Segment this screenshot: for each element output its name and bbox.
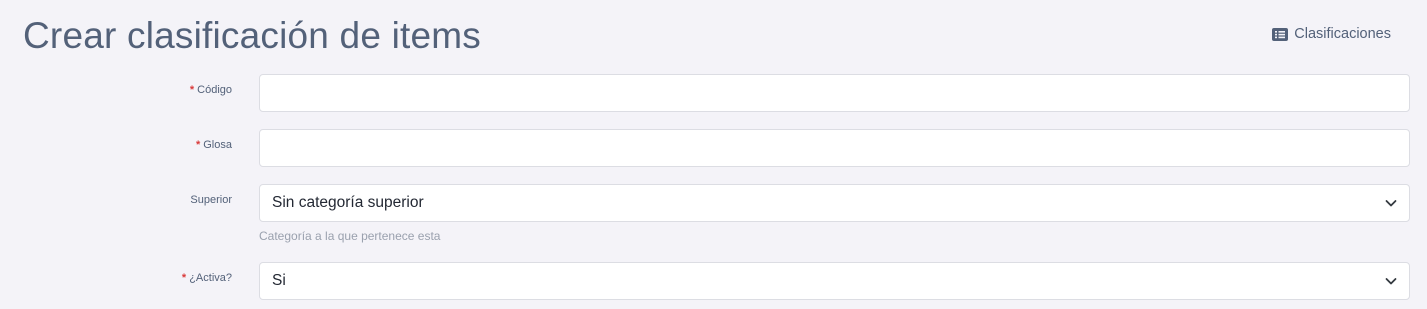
glosa-label-text: Glosa [203, 139, 232, 151]
activa-selected-value: Si [272, 272, 286, 289]
clasificaciones-link-label: Clasificaciones [1294, 26, 1391, 42]
required-mark: * [181, 272, 187, 284]
codigo-input[interactable] [259, 74, 1410, 112]
superior-select[interactable]: Sin categoría superior [259, 184, 1410, 222]
required-mark: * [195, 139, 201, 151]
superior-label: Superior [190, 194, 232, 206]
chevron-down-icon [1385, 200, 1397, 207]
list-icon [1272, 27, 1289, 41]
activa-select[interactable]: Si [259, 262, 1410, 300]
page-title: Crear clasificación de items [23, 15, 481, 56]
glosa-input[interactable] [259, 129, 1410, 167]
page: Crear clasificación de items Clasificaci… [0, 0, 1427, 309]
activa-label-text: ¿Activa? [189, 272, 232, 284]
superior-help-text: Categoría a la que pertenece esta [259, 229, 441, 243]
activa-label: * ¿Activa? [182, 272, 232, 284]
codigo-label: * Código [190, 84, 232, 96]
required-mark: * [189, 84, 195, 96]
codigo-label-text: Código [197, 84, 232, 96]
superior-selected-value: Sin categoría superior [272, 194, 424, 211]
chevron-down-icon [1385, 278, 1397, 285]
glosa-label: * Glosa [196, 139, 232, 151]
superior-label-text: Superior [190, 194, 232, 206]
clasificaciones-link[interactable]: Clasificaciones [1272, 26, 1391, 42]
